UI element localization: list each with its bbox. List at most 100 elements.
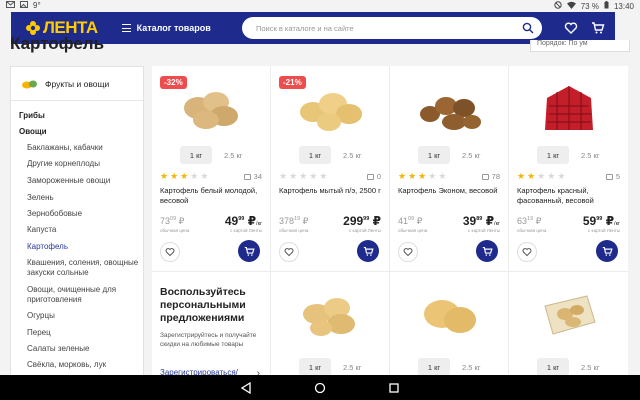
favorite-button[interactable]	[279, 242, 299, 262]
weight-option[interactable]: 2.5 кг	[581, 151, 600, 160]
old-price: 37819 ₽	[279, 216, 308, 227]
favorite-button[interactable]	[517, 242, 537, 262]
old-price-caption: обычная цена	[517, 228, 547, 233]
add-to-cart-button[interactable]	[357, 240, 379, 262]
sidebar-item-korneplody[interactable]: Другие корнеплоды	[27, 159, 141, 169]
no-sim-icon	[554, 1, 562, 11]
sidebar-item-ogurtsy[interactable]: Огурцы	[27, 311, 141, 321]
product-card[interactable]: 1 кг 2.5 кг	[509, 272, 628, 386]
unit-button[interactable]: 1 кг	[180, 146, 212, 164]
star-icon: ★	[438, 171, 447, 181]
sidebar-item-salaty[interactable]: Салаты зеленые	[27, 344, 141, 354]
favorite-button[interactable]	[398, 242, 418, 262]
sidebar-item-gribi[interactable]: Грибы	[19, 111, 143, 121]
old-price-int: 378	[279, 216, 295, 226]
catalog-button[interactable]: Каталог товаров	[121, 23, 211, 33]
unit-button[interactable]: 1 кг	[537, 146, 569, 164]
potato-image	[300, 93, 362, 131]
product-card[interactable]: -32% 1 кг 2.5 кг ★ ★ ★ ★ ★ 34 Картофель белый…	[152, 66, 271, 272]
sidebar-item-zelen[interactable]: Зелень	[27, 193, 141, 203]
product-card[interactable]: 1 кг 2.5 кг ★ ★ ★ ★ ★ 5 Картофель красный, фа…	[509, 66, 628, 272]
search-icon[interactable]	[522, 22, 534, 34]
home-icon[interactable]	[314, 382, 326, 394]
unit-button[interactable]: 1 кг	[299, 358, 331, 376]
product-card[interactable]: 1 кг 2.5 кг ★ ★ ★ ★ ★ 78 Картофель Эконом, ве…	[390, 66, 509, 272]
unit-button[interactable]: 1 кг	[418, 358, 450, 376]
comment-icon	[366, 173, 374, 180]
favorite-button[interactable]	[160, 242, 180, 262]
weight-option[interactable]: 2.5 кг	[462, 151, 481, 160]
old-price-int: 41	[398, 216, 409, 226]
sidebar-item-ovoshi[interactable]: Овощи	[19, 127, 143, 137]
product-card[interactable]: 1 кг 2.5 кг	[271, 272, 390, 386]
sidebar-category-label: Фрукты и овощи	[45, 78, 110, 89]
unit-button[interactable]: 1 кг	[418, 146, 450, 164]
product-name[interactable]: Картофель Эконом, весовой	[398, 186, 502, 196]
review-count[interactable]: 0	[366, 172, 381, 181]
sidebar-item-perets[interactable]: Перец	[27, 328, 141, 338]
back-icon[interactable]	[240, 381, 252, 394]
recents-icon[interactable]	[388, 382, 400, 394]
page-title: Картофель	[10, 34, 105, 53]
android-navigation-bar	[0, 375, 640, 400]
new-price-int: 59	[582, 214, 597, 228]
old-price: 6319 ₽	[517, 216, 541, 227]
product-name[interactable]: Картофель белый молодой, весовой	[160, 186, 264, 206]
add-to-cart-button[interactable]	[596, 240, 618, 262]
battery-icon	[604, 1, 609, 11]
star-icon: ★	[418, 171, 427, 181]
weight-option[interactable]: 2.5 кг	[343, 151, 362, 160]
unit-button[interactable]: 1 кг	[537, 358, 569, 376]
weight-option[interactable]: 2.5 кг	[343, 363, 362, 372]
review-count-value: 5	[615, 172, 620, 181]
product-card[interactable]: -21% 1 кг 2.5 кг ★ ★ ★ ★ ★ 0 Картофель мытый …	[271, 66, 390, 272]
sidebar-item-kvasheniya[interactable]: Квашения, соления, овощные закуски сольн…	[27, 258, 141, 278]
currency: ₽	[605, 214, 615, 228]
currency: ₽	[178, 216, 185, 226]
add-to-cart-button[interactable]	[476, 240, 498, 262]
status-bar: 9° 73 % 13:40	[0, 0, 640, 12]
sidebar-item-zamorozhennye[interactable]: Замороженные овощи	[27, 176, 141, 186]
review-count[interactable]: 78	[481, 172, 500, 181]
cart-icon[interactable]	[591, 21, 605, 35]
new-price-caption: с картой Ленты	[468, 228, 500, 233]
unit-button[interactable]: 1 кг	[299, 146, 331, 164]
sort-dropdown[interactable]: Порядок: По ум	[530, 40, 630, 52]
product-name[interactable]: Картофель мытый п/э, 2500 г	[279, 186, 383, 196]
add-to-cart-button[interactable]	[238, 240, 260, 262]
weight-option[interactable]: 2.5 кг	[462, 363, 481, 372]
new-price-caption: с картой Ленты	[230, 228, 262, 233]
sidebar-item-baklazhany[interactable]: Баклажаны, кабачки	[27, 143, 141, 153]
star-icon: ★	[180, 171, 189, 181]
sidebar-category-header[interactable]: Фрукты и овощи	[11, 67, 143, 101]
star-icon: ★	[160, 171, 169, 181]
potato-image	[420, 97, 481, 130]
sidebar-item-zernobobovye[interactable]: Зернобобовые	[27, 209, 141, 219]
sidebar-item-kapusta[interactable]: Капуста	[27, 225, 141, 235]
new-price-dec: 99	[596, 216, 603, 222]
cart-icon	[602, 246, 613, 256]
review-count[interactable]: 5	[605, 172, 620, 181]
promo-text: Зарегистрируйтесь и получайте скидки на …	[160, 332, 257, 348]
weight-option[interactable]: 2.5 кг	[224, 151, 243, 160]
weight-option[interactable]: 2.5 кг	[581, 363, 600, 372]
product-name[interactable]: Картофель красный, фасованный, весовой	[517, 186, 621, 206]
heart-icon[interactable]	[564, 21, 578, 35]
sidebar-item-ochishennye[interactable]: Овощи, очищенные для приготовления	[27, 285, 141, 305]
rating-stars: ★ ★ ★ ★ ★	[279, 172, 327, 181]
menu-icon	[121, 24, 131, 32]
search-input[interactable]: Поиск в каталоге и на сайте	[242, 17, 542, 39]
rating-stars: ★ ★ ★ ★ ★	[398, 172, 446, 181]
battery-text: 73 %	[580, 1, 599, 11]
old-price-dec: 09	[408, 216, 415, 222]
new-price-int: 299	[343, 214, 364, 228]
review-count[interactable]: 34	[243, 172, 262, 181]
sidebar-item-kartofel[interactable]: Картофель	[27, 242, 141, 252]
star-icon: ★	[289, 171, 298, 181]
product-card[interactable]: 1 кг 2.5 кг	[390, 272, 509, 386]
photo-icon	[20, 1, 28, 10]
new-price-dec: 99	[238, 216, 245, 222]
sidebar-item-svekla[interactable]: Свёкла, морковь, лук	[27, 360, 141, 370]
heart-icon	[522, 248, 532, 257]
cart-icon	[363, 246, 374, 256]
